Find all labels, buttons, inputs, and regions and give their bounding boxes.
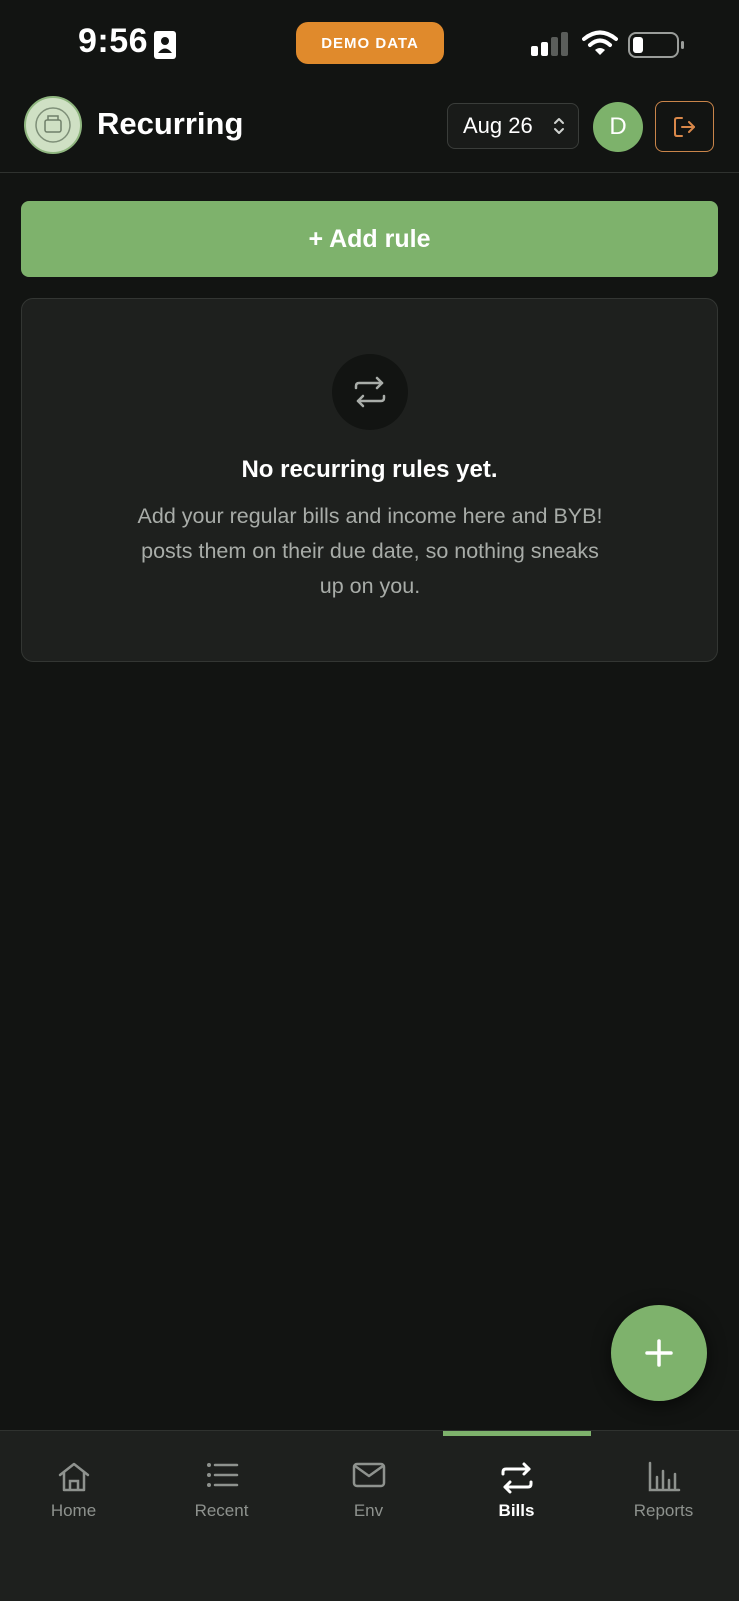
list-icon [206, 1463, 238, 1487]
nav-item-recent[interactable]: Recent [148, 1431, 295, 1531]
logo-icon [35, 107, 71, 143]
home-icon [58, 1462, 89, 1492]
logout-icon [673, 116, 695, 137]
repeat-icon [354, 376, 386, 408]
nav-item-home[interactable]: Home [0, 1431, 147, 1531]
user-avatar[interactable]: D [593, 102, 643, 152]
nav-label-recent: Recent [194, 1501, 249, 1520]
cellular-signal-icon [531, 32, 568, 56]
chevron-up-down-icon [554, 118, 564, 134]
bar-chart-icon [648, 1461, 680, 1492]
add-fab-button[interactable] [611, 1305, 707, 1401]
empty-state-title: No recurring rules yet. [241, 456, 498, 483]
wifi-icon [582, 30, 618, 55]
page-title: Recurring [97, 106, 244, 141]
month-select[interactable]: Aug 26 [447, 103, 579, 149]
repeat-icon [501, 1462, 532, 1494]
nav-label-bills: Bills [498, 1501, 535, 1520]
nav-item-bills[interactable]: Bills [443, 1431, 590, 1531]
envelope-icon [352, 1462, 385, 1488]
app-logo [24, 96, 82, 154]
nav-item-env[interactable]: Env [295, 1431, 442, 1531]
contact-card-icon [154, 31, 176, 59]
add-rule-button[interactable]: + Add rule [21, 201, 718, 277]
month-select-value: Aug 26 [463, 113, 533, 138]
empty-state-card: No recurring rules yet. Add your regular… [21, 298, 718, 662]
battery-icon [628, 32, 684, 58]
empty-state-description: Add your regular bills and income here a… [137, 504, 603, 598]
nav-label-env: Env [353, 1501, 384, 1520]
plus-icon [645, 1339, 673, 1367]
nav-item-reports[interactable]: Reports [590, 1431, 737, 1531]
empty-state-icon-circle [332, 354, 408, 430]
status-time: 9:56 [78, 22, 149, 60]
nav-label-home: Home [50, 1501, 97, 1520]
app-header: Recurring Aug 26 D [0, 88, 739, 173]
status-bar: 9:56 DEMO DATA [0, 0, 739, 88]
demo-data-badge: DEMO DATA [296, 22, 444, 64]
nav-label-reports: Reports [633, 1501, 694, 1520]
logout-button[interactable] [655, 101, 714, 152]
bottom-nav: Home Recent Env Bills Reports [0, 1430, 739, 1601]
